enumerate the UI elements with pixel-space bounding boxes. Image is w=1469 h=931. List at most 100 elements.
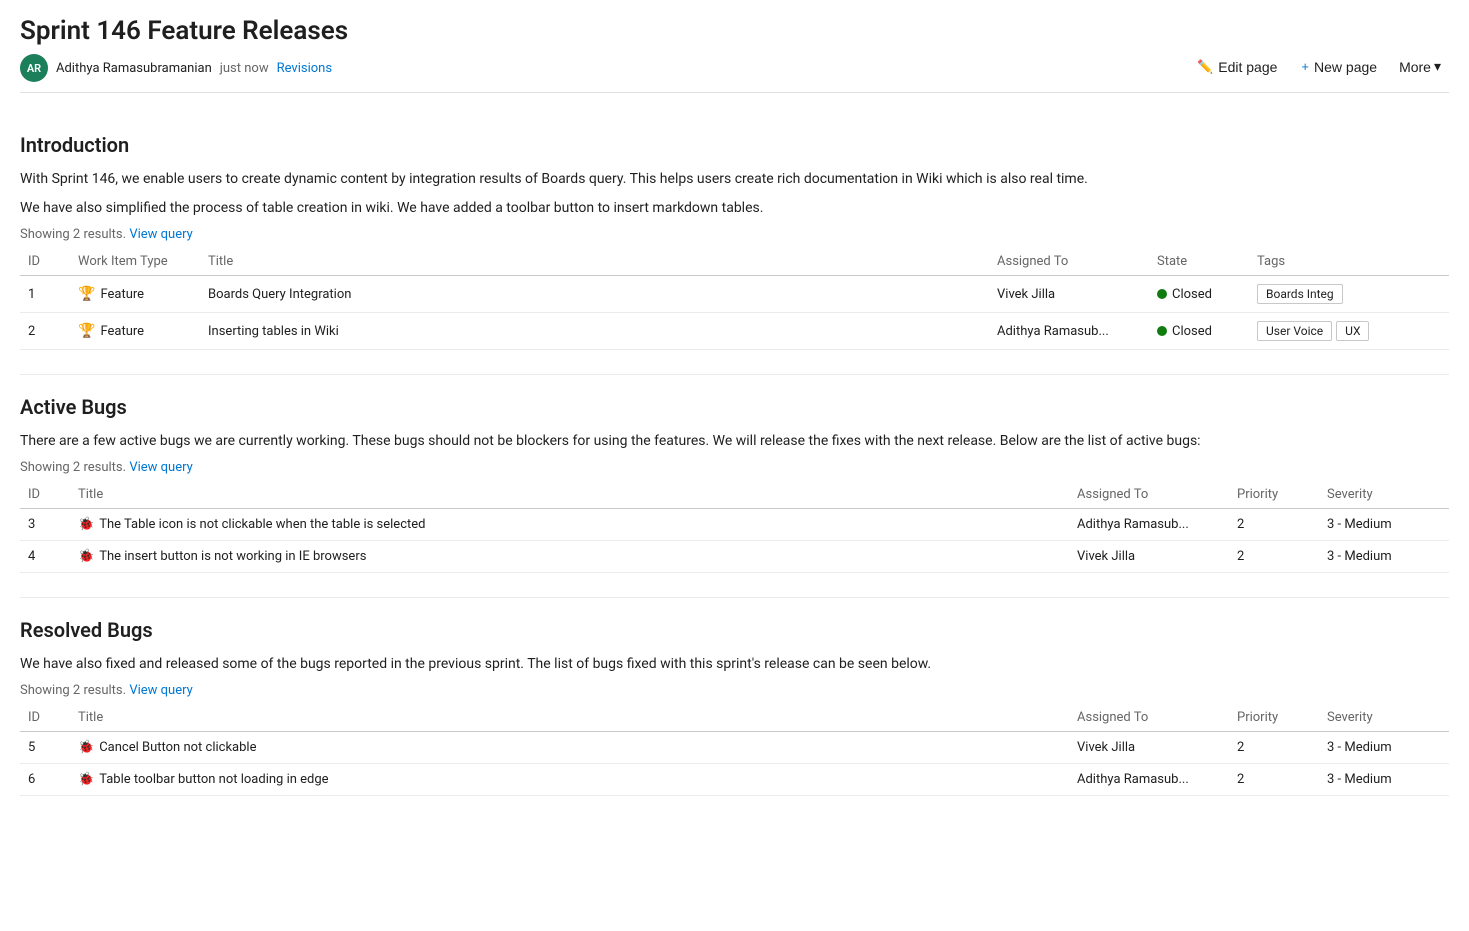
- cell-assigned: Vivek Jilla: [989, 276, 1149, 313]
- col-header-title-rb: Title: [70, 704, 1069, 732]
- col-header-tags: Tags: [1249, 248, 1449, 276]
- cell-type: 🏆Feature: [70, 313, 200, 350]
- cell-title: 🐞Cancel Button not clickable: [70, 732, 1069, 764]
- avatar: AR: [20, 54, 48, 82]
- table-row: 5 🐞Cancel Button not clickable Vivek Jil…: [20, 732, 1449, 764]
- cell-priority: 2: [1229, 732, 1319, 764]
- resolved-bugs-view-query-link[interactable]: View query: [129, 683, 192, 698]
- more-button[interactable]: More ▾: [1391, 54, 1449, 79]
- table-row: 3 🐞The Table icon is not clickable when …: [20, 509, 1449, 541]
- state-dot: [1157, 289, 1167, 299]
- timestamp: just now: [220, 61, 269, 76]
- active-bugs-view-query-link[interactable]: View query: [129, 460, 192, 475]
- cell-priority: 2: [1229, 509, 1319, 541]
- intro-table-header: ID Work Item Type Title Assigned To Stat…: [20, 248, 1449, 276]
- cell-state: Closed: [1149, 276, 1249, 313]
- intro-table: ID Work Item Type Title Assigned To Stat…: [20, 248, 1449, 350]
- col-header-priority-ab: Priority: [1229, 481, 1319, 509]
- resolved-bugs-table: ID Title Assigned To Priority Severity 5…: [20, 704, 1449, 796]
- cell-id: 3: [20, 509, 70, 541]
- chevron-down-icon: ▾: [1434, 58, 1441, 75]
- cell-tags: Boards Integ: [1249, 276, 1449, 313]
- bug-icon: 🐞: [78, 517, 94, 532]
- cell-assigned: Vivek Jilla: [1069, 541, 1229, 573]
- cell-id: 4: [20, 541, 70, 573]
- col-header-id: ID: [20, 248, 70, 276]
- cell-assigned: Vivek Jilla: [1069, 732, 1229, 764]
- revisions-link[interactable]: Revisions: [277, 61, 332, 76]
- active-bugs-table: ID Title Assigned To Priority Severity 3…: [20, 481, 1449, 573]
- cell-id: 5: [20, 732, 70, 764]
- intro-showing-results: Showing 2 results. View query: [20, 227, 1449, 242]
- col-header-severity-rb: Severity: [1319, 704, 1449, 732]
- intro-para-2: We have also simplified the process of t…: [20, 198, 1449, 219]
- cell-severity: 3 - Medium: [1319, 509, 1449, 541]
- new-page-label: New page: [1314, 59, 1377, 75]
- active-bugs-description: There are a few active bugs we are curre…: [20, 431, 1449, 452]
- col-header-title-ab: Title: [70, 481, 1069, 509]
- meta-bar: AR Adithya Ramasubramanian just now Revi…: [20, 54, 1449, 93]
- resolved-bugs-divider: [20, 597, 1449, 598]
- tag-badge: UX: [1336, 321, 1369, 341]
- table-row: 1 🏆Feature Boards Query Integration Vive…: [20, 276, 1449, 313]
- tag-badge: Boards Integ: [1257, 284, 1343, 304]
- intro-para-1: With Sprint 146, we enable users to crea…: [20, 169, 1449, 190]
- cell-assigned: Adithya Ramasub...: [989, 313, 1149, 350]
- cell-id: 6: [20, 764, 70, 796]
- cell-priority: 2: [1229, 541, 1319, 573]
- intro-section-title: Introduction: [20, 133, 1449, 157]
- cell-type: 🏆Feature: [70, 276, 200, 313]
- page-content: Introduction With Sprint 146, we enable …: [0, 93, 1469, 840]
- cell-title: 🐞The insert button is not working in IE …: [70, 541, 1069, 573]
- bug-icon: 🐞: [78, 740, 94, 755]
- intro-view-query-link[interactable]: View query: [129, 227, 192, 242]
- col-header-id-ab: ID: [20, 481, 70, 509]
- cell-title: 🐞Table toolbar button not loading in edg…: [70, 764, 1069, 796]
- active-bugs-divider: [20, 374, 1449, 375]
- cell-severity: 3 - Medium: [1319, 732, 1449, 764]
- cell-severity: 3 - Medium: [1319, 541, 1449, 573]
- table-row: 4 🐞The insert button is not working in I…: [20, 541, 1449, 573]
- cell-title: Boards Query Integration: [200, 276, 989, 313]
- feature-icon: 🏆: [78, 286, 95, 302]
- page-header: Sprint 146 Feature Releases AR Adithya R…: [0, 0, 1469, 93]
- resolved-bugs-showing-results: Showing 2 results. View query: [20, 683, 1449, 698]
- bug-icon: 🐞: [78, 772, 94, 787]
- active-bugs-showing-results: Showing 2 results. View query: [20, 460, 1449, 475]
- col-header-severity-ab: Severity: [1319, 481, 1449, 509]
- col-header-assigned: Assigned To: [989, 248, 1149, 276]
- bug-icon: 🐞: [78, 549, 94, 564]
- cell-id: 1: [20, 276, 70, 313]
- col-header-title: Title: [200, 248, 989, 276]
- col-header-assigned-ab: Assigned To: [1069, 481, 1229, 509]
- table-row: 6 🐞Table toolbar button not loading in e…: [20, 764, 1449, 796]
- toolbar-right: ✏️ Edit page + New page More ▾: [1187, 54, 1449, 79]
- cell-assigned: Adithya Ramasub...: [1069, 509, 1229, 541]
- page-title: Sprint 146 Feature Releases: [20, 16, 1449, 46]
- col-header-type: Work Item Type: [70, 248, 200, 276]
- author-name: Adithya Ramasubramanian: [56, 61, 212, 76]
- cell-state: Closed: [1149, 313, 1249, 350]
- cell-severity: 3 - Medium: [1319, 764, 1449, 796]
- col-header-id-rb: ID: [20, 704, 70, 732]
- resolved-bugs-description: We have also fixed and released some of …: [20, 654, 1449, 675]
- table-row: 2 🏆Feature Inserting tables in Wiki Adit…: [20, 313, 1449, 350]
- resolved-bugs-table-header: ID Title Assigned To Priority Severity: [20, 704, 1449, 732]
- state-dot: [1157, 326, 1167, 336]
- cell-priority: 2: [1229, 764, 1319, 796]
- resolved-bugs-title: Resolved Bugs: [20, 618, 1449, 642]
- edit-page-button[interactable]: ✏️ Edit page: [1187, 55, 1287, 79]
- plus-icon: +: [1301, 59, 1309, 74]
- active-bugs-table-header: ID Title Assigned To Priority Severity: [20, 481, 1449, 509]
- new-page-button[interactable]: + New page: [1291, 55, 1387, 79]
- cell-id: 2: [20, 313, 70, 350]
- tag-badge: User Voice: [1257, 321, 1332, 341]
- edit-icon: ✏️: [1197, 59, 1213, 75]
- cell-assigned: Adithya Ramasub...: [1069, 764, 1229, 796]
- cell-title: Inserting tables in Wiki: [200, 313, 989, 350]
- cell-tags: User VoiceUX: [1249, 313, 1449, 350]
- more-label: More: [1399, 59, 1431, 75]
- active-bugs-title: Active Bugs: [20, 395, 1449, 419]
- col-header-state: State: [1149, 248, 1249, 276]
- edit-page-label: Edit page: [1218, 59, 1277, 75]
